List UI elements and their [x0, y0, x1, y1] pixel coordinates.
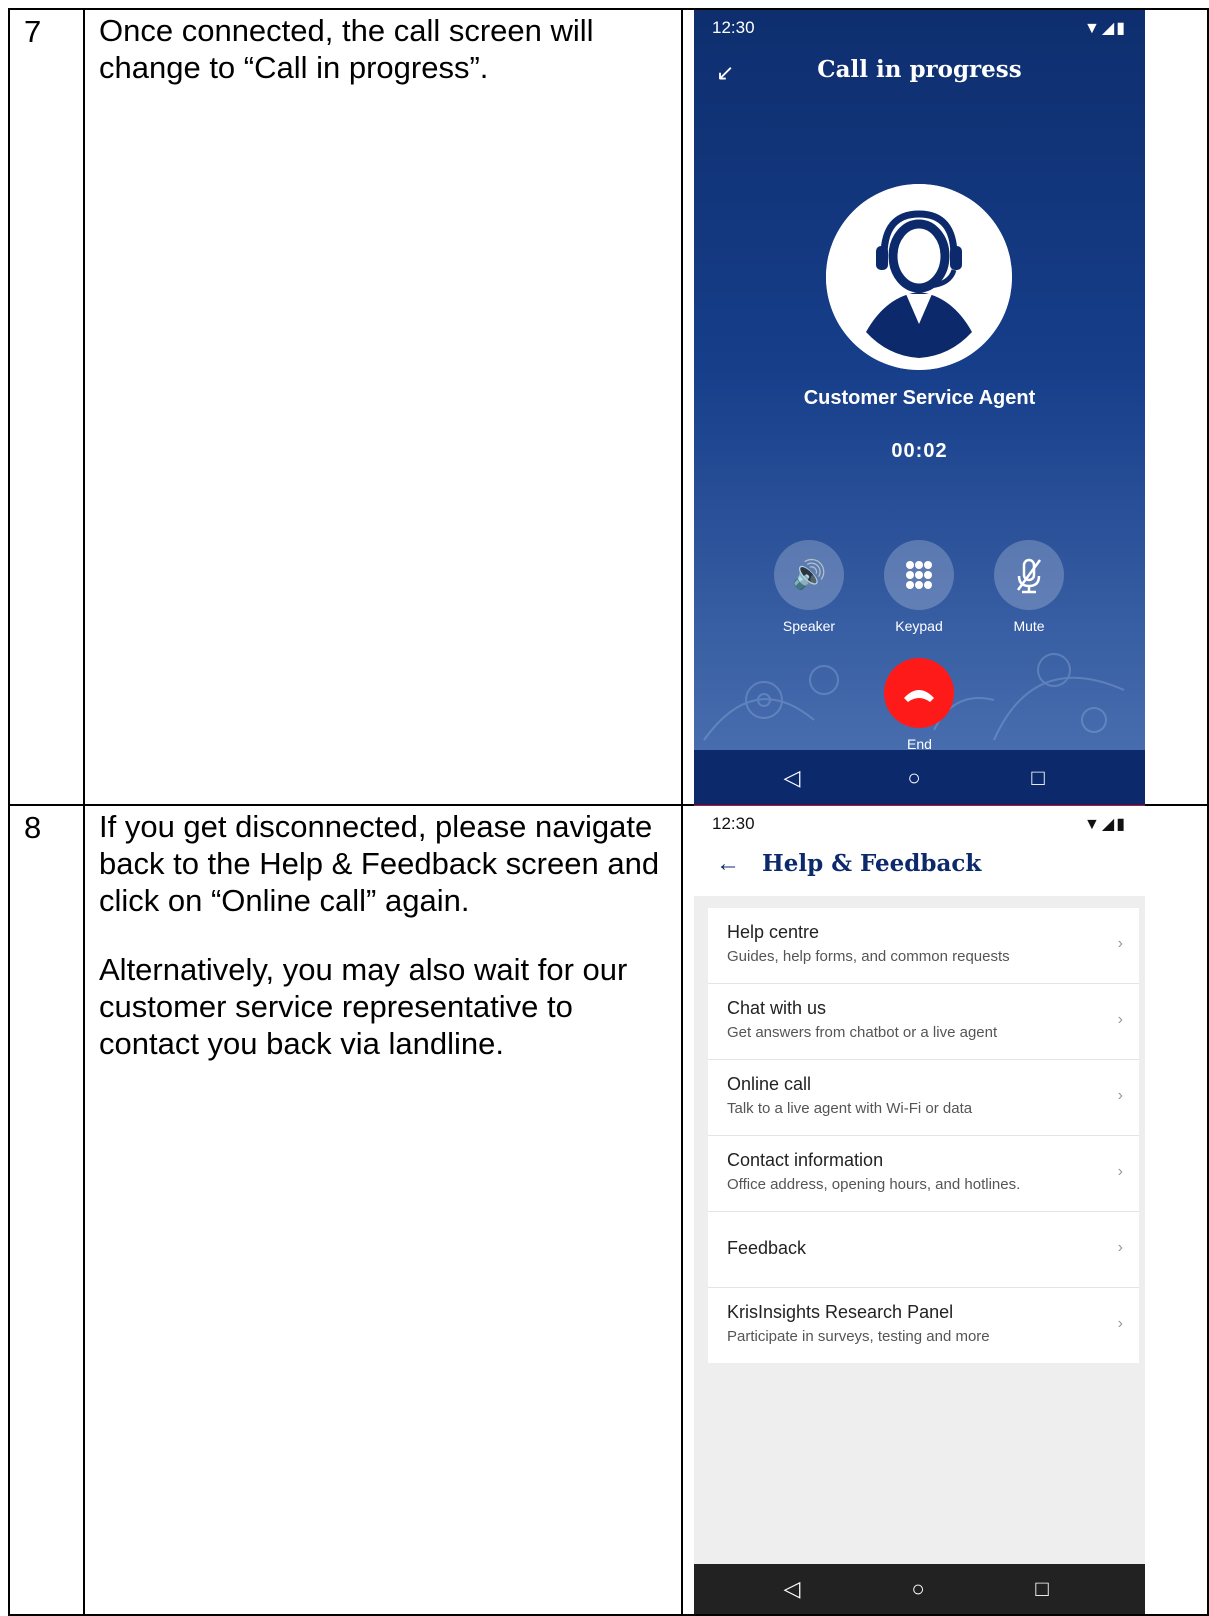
chevron-right-icon: › — [1117, 935, 1123, 952]
help-feedback-screen: 12:30 ▼◢▮ ← Help & Feedback Help centre … — [694, 806, 1145, 1614]
table-row: 8 If you get disconnected, please naviga… — [8, 804, 1209, 1616]
menu-background: Help centre Guides, help forms, and comm… — [694, 896, 1145, 1564]
menu-item-title: Contact information — [727, 1150, 884, 1170]
menu-item-title: Chat with us — [727, 998, 827, 1018]
menu-item-title: Feedback — [727, 1238, 807, 1258]
chevron-right-icon: › — [1117, 1011, 1123, 1028]
nav-recents-icon[interactable]: □ — [1012, 1564, 1072, 1614]
agent-avatar — [826, 184, 1012, 370]
instructions-table: 7 Once connected, the call screen will c… — [8, 8, 1209, 1616]
menu-item-contact-information[interactable]: Contact information Office address, open… — [708, 1136, 1139, 1212]
call-screen: 12:30 ▼◢▮ ↙ Call in progress Customer Se… — [694, 10, 1145, 805]
headset-agent-icon — [826, 184, 1012, 370]
nav-home-icon[interactable]: ○ — [884, 750, 944, 805]
status-time: 12:30 — [712, 18, 755, 37]
signal-battery-icon: ▼◢▮ — [1084, 816, 1127, 833]
step-number-cell: 8 — [8, 804, 85, 1616]
mute-label: Mute — [1013, 618, 1045, 634]
table-row: 7 Once connected, the call screen will c… — [8, 8, 1209, 808]
step-number: 8 — [24, 810, 42, 845]
step-paragraph: Alternatively, you may also wait for our… — [99, 952, 628, 1061]
step-paragraph: If you get disconnected, please navigate… — [99, 809, 660, 918]
menu-item-title: Help centre — [727, 922, 820, 942]
screen-title: Help & Feedback — [762, 850, 982, 877]
chevron-right-icon: › — [1117, 1315, 1123, 1332]
step-text-cell: If you get disconnected, please navigate… — [83, 804, 683, 1616]
speaker-control[interactable]: 🔊 Speaker — [764, 540, 854, 634]
step-number-cell: 7 — [8, 8, 85, 806]
android-nav-bar: ◁ ○ □ — [694, 750, 1145, 805]
android-nav-bar: ◁ ○ □ — [694, 1564, 1145, 1614]
status-bar: 12:30 ▼◢▮ — [712, 18, 1127, 42]
mute-control[interactable]: Mute — [984, 540, 1074, 634]
speaker-label: Speaker — [782, 618, 836, 634]
menu-item-online-call[interactable]: Online call Talk to a live agent with Wi… — [708, 1060, 1139, 1136]
menu-item-subtitle: Talk to a live agent with Wi-Fi or data — [727, 1100, 973, 1117]
menu-item-krisinsights[interactable]: KrisInsights Research Panel Participate … — [708, 1288, 1139, 1363]
menu-item-chat-with-us[interactable]: Chat with us Get answers from chatbot or… — [708, 984, 1139, 1060]
agent-name: Customer Service Agent — [803, 387, 1036, 409]
menu-item-help-centre[interactable]: Help centre Guides, help forms, and comm… — [708, 908, 1139, 984]
nav-back-icon[interactable]: ◁ — [762, 1564, 822, 1614]
menu-item-subtitle: Get answers from chatbot or a live agent — [727, 1024, 998, 1041]
signal-battery-icon: ▼◢▮ — [1084, 20, 1127, 37]
screenshot-cell: 12:30 ▼◢▮ ← Help & Feedback Help centre … — [681, 804, 1209, 1616]
step-paragraph: Once connected, the call screen will cha… — [99, 13, 594, 85]
menu-item-subtitle: Office address, opening hours, and hotli… — [727, 1176, 1021, 1193]
status-bar: 12:30 ▼◢▮ — [712, 814, 1127, 838]
screenshot-cell: 12:30 ▼◢▮ ↙ Call in progress Customer Se… — [681, 8, 1209, 808]
back-arrow-icon[interactable]: ← — [716, 850, 740, 878]
hang-up-icon — [904, 690, 934, 702]
step-number: 7 — [24, 14, 42, 49]
step-text-cell: Once connected, the call screen will cha… — [83, 8, 683, 806]
menu-item-subtitle: Participate in surveys, testing and more — [727, 1328, 990, 1345]
nav-recents-icon[interactable]: □ — [1008, 750, 1068, 805]
end-call-button[interactable] — [884, 658, 954, 728]
chevron-right-icon: › — [1117, 1087, 1123, 1104]
screen-title: Call in progress — [817, 56, 1022, 83]
chevron-right-icon: › — [1117, 1163, 1123, 1180]
help-menu-list: Help centre Guides, help forms, and comm… — [708, 908, 1139, 1363]
menu-item-subtitle: Guides, help forms, and common requests — [727, 948, 1010, 965]
call-timer: 00:02 — [891, 440, 948, 462]
menu-item-feedback[interactable]: Feedback › — [708, 1212, 1139, 1288]
menu-item-title: Online call — [727, 1074, 812, 1094]
nav-back-icon[interactable]: ◁ — [762, 750, 822, 805]
nav-home-icon[interactable]: ○ — [888, 1564, 948, 1614]
mute-icon[interactable] — [994, 540, 1064, 610]
keypad-control[interactable]: Keypad — [874, 540, 964, 634]
keypad-icon[interactable] — [884, 540, 954, 610]
keypad-label: Keypad — [895, 618, 943, 634]
speaker-icon[interactable]: 🔊 — [774, 540, 844, 610]
chevron-right-icon: › — [1117, 1239, 1123, 1256]
status-time: 12:30 — [712, 814, 755, 833]
menu-item-title: KrisInsights Research Panel — [727, 1302, 954, 1322]
